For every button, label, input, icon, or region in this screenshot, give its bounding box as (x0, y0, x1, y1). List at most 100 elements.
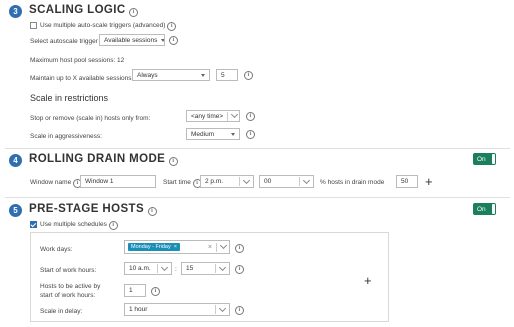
divider (239, 177, 240, 186)
start-hour-value: 2 p.m. (205, 178, 224, 185)
scale-in-restrictions-heading: Scale in restrictions (30, 93, 109, 103)
info-icon[interactable]: i (168, 157, 178, 166)
start-minute-select[interactable]: 00 (259, 175, 314, 188)
work-days-select[interactable]: Monday - Friday × × (124, 240, 230, 254)
hosts-active-label-line1: Hosts to be active by (40, 283, 101, 290)
max-sessions-text: Maximum host pool sessions: 12 (30, 57, 125, 64)
scale-in-delay-select[interactable]: 1 hour (124, 303, 230, 316)
window-name-input[interactable]: Window 1 (80, 175, 156, 188)
rolling-drain-title: ROLLING DRAIN MODE i (29, 153, 178, 166)
info-icon[interactable]: i (169, 36, 178, 45)
toggle-label: On (477, 205, 486, 213)
section-divider (5, 197, 510, 198)
caret-down-icon (201, 73, 205, 77)
work-start-minute-select[interactable]: 15 (181, 262, 230, 275)
chevron-down-icon (218, 263, 227, 271)
maintain-select-value: Always (137, 71, 158, 79)
info-icon[interactable]: i (235, 265, 244, 274)
divider (215, 264, 216, 273)
hosts-active-label-line2: start of work hours: (40, 292, 96, 299)
chevron-down-icon (218, 304, 227, 312)
chevron-down-icon (231, 111, 239, 119)
divider (299, 177, 300, 186)
multi-triggers-label: Use multiple auto-scale triggers (advanc… (40, 22, 177, 31)
hosts-active-label: Hosts to be active by start of work hours… (40, 282, 100, 300)
info-icon[interactable]: i (246, 112, 255, 121)
maintain-count-input[interactable]: 5 (216, 69, 238, 81)
rolling-drain-title-text: ROLLING DRAIN MODE (29, 153, 166, 165)
stop-hosts-select[interactable]: <any time> (186, 110, 240, 122)
scale-in-delay-value: 1 hour (129, 306, 148, 313)
chevron-down-icon (302, 176, 311, 184)
pre-stage-title: PRE-STAGE HOSTS i (29, 203, 157, 216)
work-start-hour-value: 10 a.m. (129, 265, 151, 272)
toggle-knob (492, 154, 495, 164)
caret-down-icon (231, 132, 235, 136)
start-hour-select[interactable]: 2 p.m. (200, 175, 254, 188)
hosts-active-input[interactable]: 1 (124, 284, 146, 297)
multiple-schedules-label: Use multiple schedules i (40, 221, 118, 230)
add-window-icon[interactable]: + (425, 175, 433, 188)
scale-in-delay-label: Scale in delay: (40, 308, 83, 315)
chevron-down-icon (219, 241, 228, 250)
work-days-label: Work days: (40, 246, 73, 253)
multiple-schedules-label-text: Use multiple schedules (40, 221, 107, 228)
stop-hosts-label: Stop or remove (scale in) hosts only fro… (30, 115, 151, 122)
rolling-drain-toggle[interactable]: On (473, 153, 496, 165)
info-icon[interactable]: i (246, 130, 255, 139)
divider (215, 305, 216, 314)
pre-stage-toggle[interactable]: On (473, 203, 496, 215)
divider (157, 264, 158, 273)
work-days-tag: Monday - Friday × (128, 243, 180, 251)
info-icon[interactable]: i (167, 22, 177, 31)
window-name-label: Window name i (30, 179, 82, 188)
scaling-logic-title-text: SCALING LOGIC (29, 4, 126, 16)
chevron-down-icon (160, 263, 169, 271)
work-start-minute-value: 15 (186, 265, 194, 272)
trigger-select[interactable]: Available sessions (99, 34, 165, 46)
maintain-select[interactable]: Always (132, 69, 210, 81)
maintain-label: Maintain up to X available sessions: (30, 75, 134, 82)
scaling-logic-title: SCALING LOGIC i (29, 4, 139, 17)
aggressiveness-label: Scale in aggressiveness: (30, 133, 102, 140)
pct-drain-label: % hosts in drain mode (320, 179, 385, 186)
step-badge-3: 3 (9, 5, 22, 18)
divider (216, 242, 217, 252)
section-divider (5, 148, 510, 149)
add-schedule-icon[interactable]: + (364, 274, 372, 287)
step-badge-4: 4 (9, 154, 22, 167)
toggle-label: On (477, 155, 486, 163)
start-work-hours-label: Start of work hours: (40, 267, 97, 274)
divider (227, 111, 229, 121)
info-icon[interactable]: i (151, 287, 160, 296)
window-name-label-text: Window name (30, 179, 72, 186)
pre-stage-title-text: PRE-STAGE HOSTS (29, 203, 145, 215)
time-separator: : (175, 266, 177, 273)
remove-tag-icon[interactable]: × (174, 244, 177, 250)
info-icon[interactable]: i (235, 244, 244, 253)
start-time-label-text: Start time (163, 179, 191, 186)
work-start-hour-select[interactable]: 10 a.m. (124, 262, 172, 275)
trigger-label: Select autoscale trigger (30, 38, 98, 45)
multi-triggers-checkbox[interactable] (30, 22, 37, 29)
info-icon[interactable]: i (244, 71, 253, 80)
work-days-tag-text: Monday - Friday (131, 244, 171, 250)
step-badge-5: 5 (9, 204, 22, 217)
clear-icon[interactable]: × (208, 244, 212, 251)
info-icon[interactable]: i (108, 221, 118, 230)
start-minute-value: 00 (264, 178, 272, 185)
pct-drain-input[interactable]: 50 (396, 175, 418, 188)
aggressiveness-select[interactable]: Medium (186, 128, 240, 140)
multi-triggers-label-text: Use multiple auto-scale triggers (advanc… (40, 22, 166, 29)
caret-down-icon (161, 38, 164, 42)
info-icon[interactable]: i (129, 8, 139, 17)
chevron-down-icon (242, 176, 251, 184)
start-time-label: Start time i (163, 179, 202, 188)
multiple-schedules-checkbox[interactable] (30, 221, 37, 228)
info-icon[interactable]: i (147, 207, 157, 216)
info-icon[interactable]: i (235, 306, 244, 315)
aggressiveness-select-value: Medium (191, 130, 215, 138)
stop-hosts-select-value: <any time> (191, 112, 224, 120)
trigger-select-value: Available sessions (104, 36, 158, 44)
toggle-knob (492, 204, 495, 214)
